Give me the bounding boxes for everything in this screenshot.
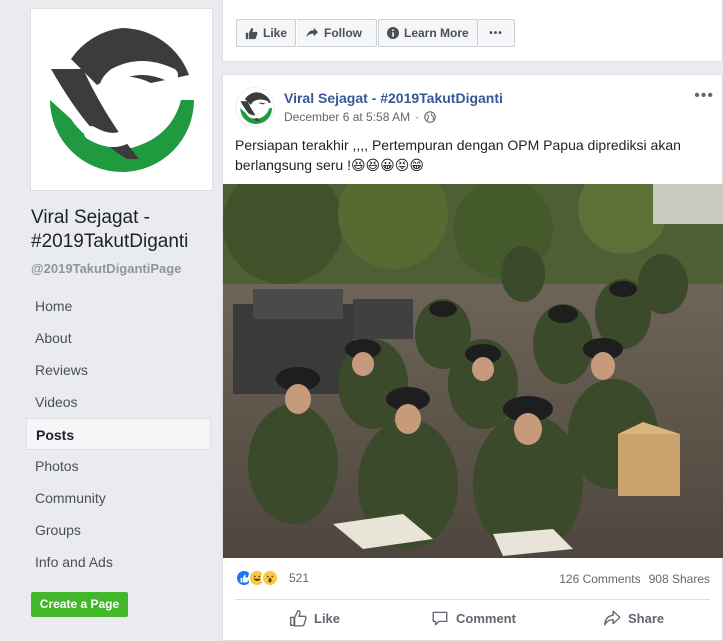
share-icon [604, 610, 621, 626]
follow-icon [306, 27, 318, 38]
post-options-button[interactable]: ••• [694, 87, 714, 105]
post-dot: · [415, 110, 420, 124]
learn-more-button[interactable]: Learn More [378, 19, 478, 47]
viral-sejagat-logo-small [238, 90, 274, 126]
post-text: Persiapan terakhir ,,,, Pertempuran deng… [235, 137, 681, 173]
comment-icon [432, 611, 448, 626]
more-options-button[interactable]: ••• [478, 19, 515, 47]
learn-more-label: Learn More [404, 26, 469, 40]
post-author-name[interactable]: Viral Sejagat - #2019TakutDiganti [284, 90, 503, 106]
create-page-button[interactable]: Create a Page [31, 592, 128, 617]
nav-item-reviews[interactable]: Reviews [26, 354, 211, 386]
post-comment-label: Comment [456, 610, 516, 626]
more-options-label: ••• [489, 27, 503, 39]
soldiers-photo [223, 184, 723, 558]
post-card: Viral Sejagat - #2019TakutDiganti Decemb… [222, 74, 723, 641]
page-nav: Home About Reviews Videos Posts Photos C… [26, 290, 211, 578]
thumbs-up-outline-icon [290, 610, 307, 627]
post-like-button[interactable]: Like [289, 609, 340, 627]
post-photo[interactable] [223, 184, 723, 558]
post-stats: 126 Comments 908 Shares [559, 572, 710, 586]
follow-button[interactable]: Follow [297, 19, 377, 47]
page-title[interactable]: Viral Sejagat - #2019TakutDiganti [31, 206, 221, 254]
page-like-label: Like [262, 26, 287, 40]
globe-icon [424, 111, 436, 123]
wow-reaction-icon [261, 569, 279, 587]
reaction-count: 521 [289, 571, 310, 585]
post-author-avatar[interactable] [235, 87, 275, 127]
post-share-label: Share [628, 610, 665, 626]
post-divider [235, 599, 710, 600]
nav-item-photos[interactable]: Photos [26, 450, 211, 482]
page-profile-picture[interactable] [30, 8, 213, 191]
post-like-label: Like [314, 610, 341, 626]
comments-count[interactable]: 126 Comments [559, 572, 640, 586]
post-share-button[interactable]: Share [603, 609, 664, 627]
page-handle[interactable]: @2019TakutDigantiPage [31, 261, 181, 276]
nav-item-community[interactable]: Community [26, 482, 211, 514]
nav-item-about[interactable]: About [26, 322, 211, 354]
reactions-summary[interactable]: 521 [235, 569, 309, 587]
nav-item-home[interactable]: Home [26, 290, 211, 322]
thumbs-up-icon [245, 27, 258, 39]
nav-item-posts[interactable]: Posts [26, 418, 211, 450]
nav-item-groups[interactable]: Groups [26, 514, 211, 546]
shares-count[interactable]: 908 Shares [649, 572, 710, 586]
post-comment-button[interactable]: Comment [431, 609, 516, 627]
page-like-button[interactable]: Like [236, 19, 296, 47]
page-action-bar: Like Follow Learn More ••• [222, 0, 723, 62]
nav-item-videos[interactable]: Videos [26, 386, 211, 418]
info-icon [387, 27, 399, 39]
nav-item-info-and-ads[interactable]: Info and Ads [26, 546, 211, 578]
post-timestamp[interactable]: December 6 at 5:58 AM [284, 110, 410, 124]
post-meta: December 6 at 5:58 AM · [284, 110, 436, 124]
viral-sejagat-logo [50, 28, 194, 172]
follow-label: Follow [324, 26, 362, 40]
